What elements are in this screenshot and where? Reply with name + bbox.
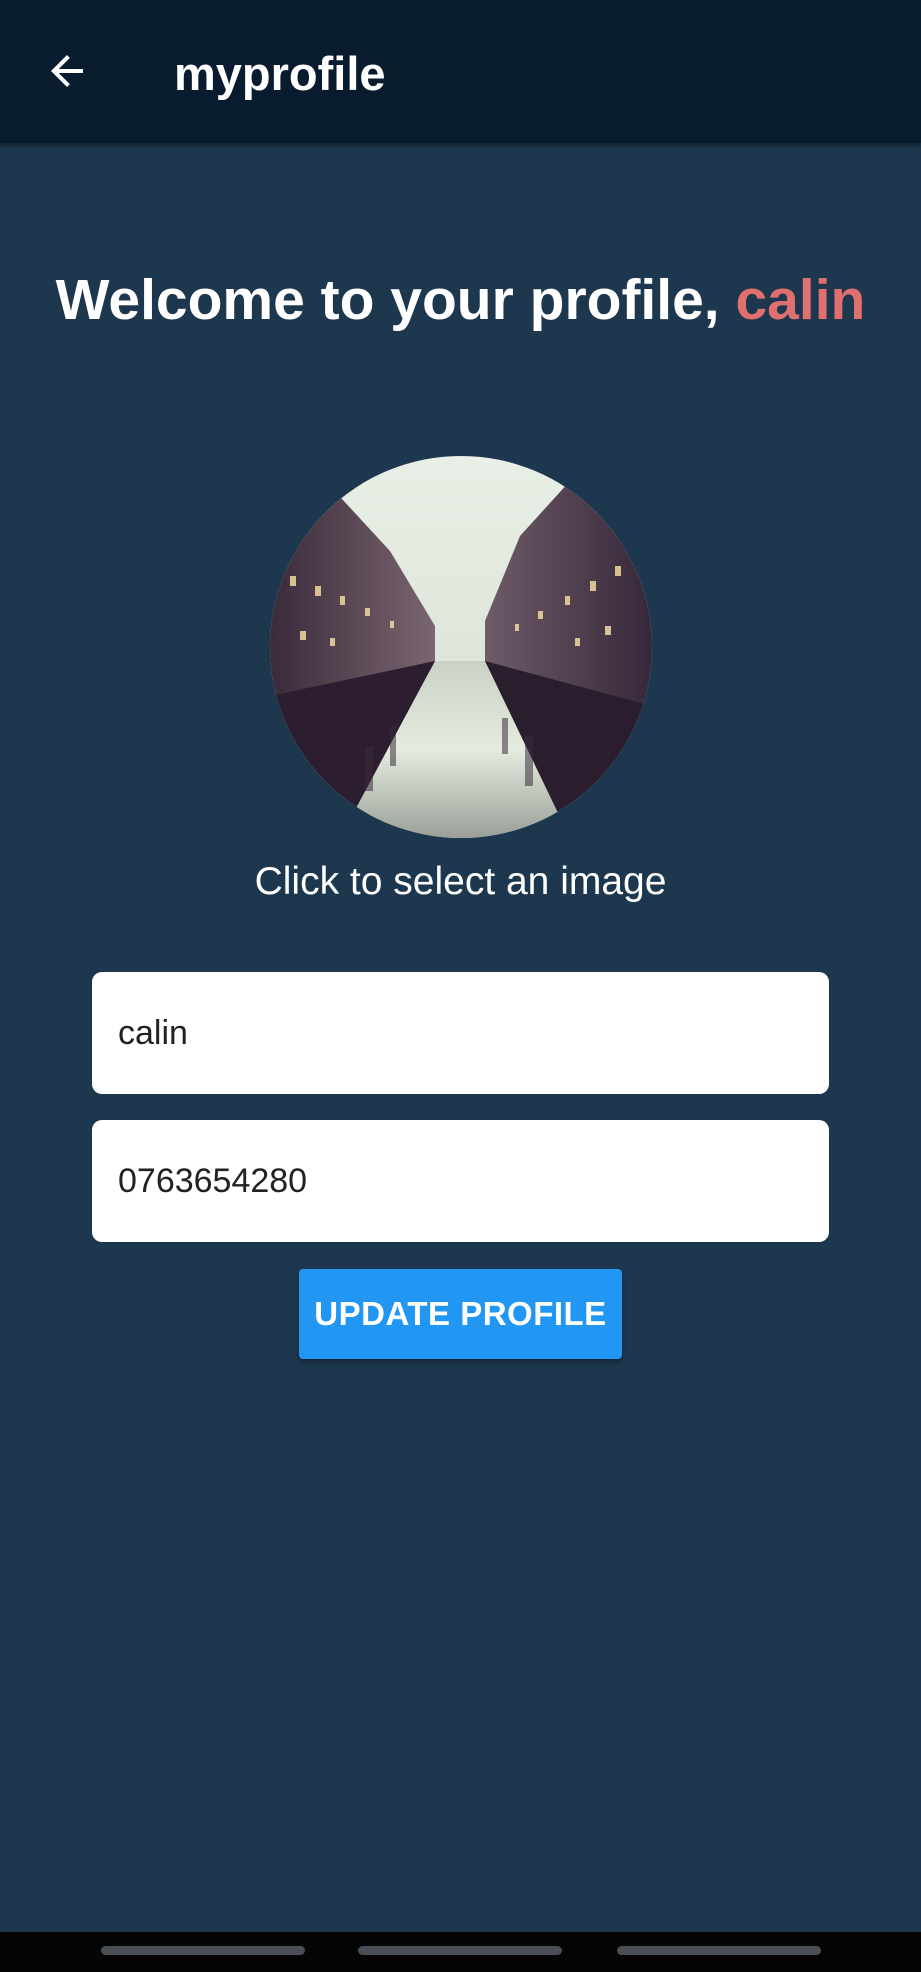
system-navigation-bar	[0, 1932, 921, 1972]
update-profile-button[interactable]: UPDATE PROFILE	[299, 1269, 622, 1359]
canal-photo	[270, 456, 652, 838]
nav-handle-center[interactable]	[358, 1946, 562, 1955]
phone-field[interactable]	[92, 1120, 829, 1242]
welcome-heading: Welcome to your profile, calin	[0, 265, 921, 335]
select-image-caption: Click to select an image	[254, 860, 667, 903]
nav-handle-right[interactable]	[617, 1946, 821, 1955]
name-input[interactable]	[118, 1013, 803, 1053]
app-bar: myprofile	[0, 0, 921, 143]
phone-input[interactable]	[118, 1161, 803, 1201]
profile-image[interactable]	[270, 456, 652, 838]
arrow-left-icon	[51, 55, 83, 87]
name-field[interactable]	[92, 972, 829, 1094]
back-button[interactable]	[34, 38, 100, 104]
welcome-text: Welcome to your profile,	[55, 268, 736, 332]
welcome-username: calin	[735, 268, 866, 332]
nav-handle-left[interactable]	[101, 1946, 305, 1955]
page-title: myprofile	[174, 47, 386, 100]
